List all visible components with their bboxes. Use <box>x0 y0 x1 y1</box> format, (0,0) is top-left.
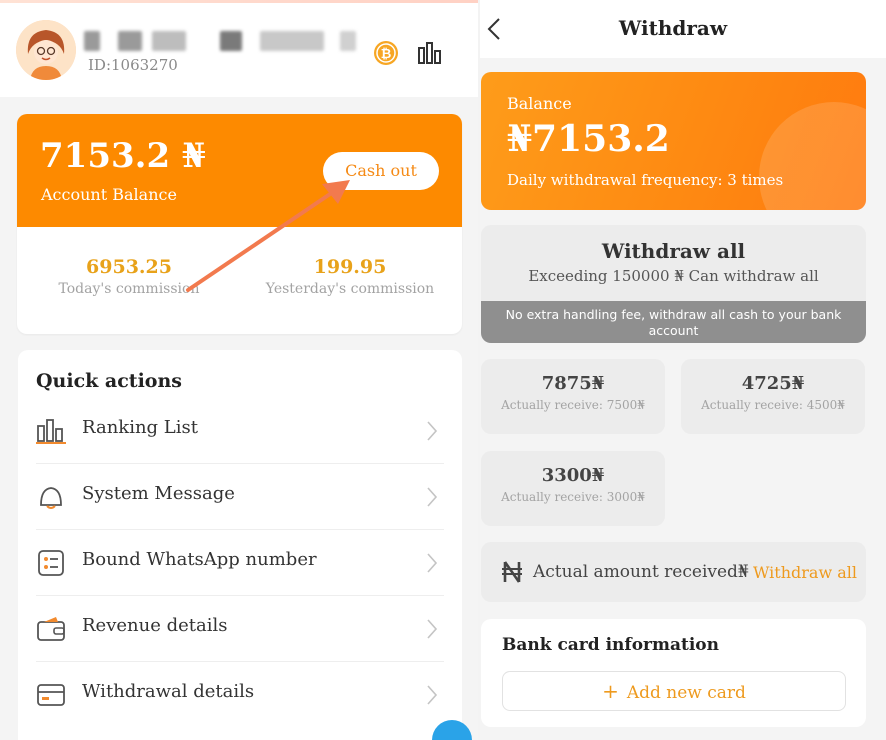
balance-header: 7153.2 ₦ Account Balance Cash out <box>17 114 462 227</box>
amount-option-4725[interactable]: 4725₦ Actually receive: 4500₦ <box>681 359 865 434</box>
chevron-right-icon <box>426 684 438 706</box>
withdraw-balance-card: Balance ₦7153.2 Daily withdrawal frequen… <box>481 72 866 210</box>
account-panel: ID:1063270 ₿ 7153.2 ₦ Account Balance Ca… <box>0 0 478 740</box>
balance-label: Balance <box>507 94 572 113</box>
page-title: Withdraw <box>618 16 728 40</box>
option-receive: Actually receive: 3000₦ <box>501 490 645 504</box>
actual-amount-row: Actual amount received₦ Withdraw all <box>481 542 866 602</box>
option-amount: 7875₦ <box>541 373 605 394</box>
yesterday-commission-value: 199.95 <box>313 256 387 278</box>
option-amount: 4725₦ <box>741 373 805 394</box>
balance-amount: ₦7153.2 <box>507 118 670 160</box>
quick-action-revenue-details[interactable]: Revenue details <box>36 596 444 662</box>
quick-action-withdrawal-details[interactable]: Withdrawal details <box>36 662 444 728</box>
amount-option-3300[interactable]: 3300₦ Actually receive: 3000₦ <box>481 451 665 526</box>
amount-option-7875[interactable]: 7875₦ Actually receive: 7500₦ <box>481 359 665 434</box>
actual-amount-label: Actual amount received₦ <box>533 562 749 582</box>
wallet-icon <box>36 615 66 643</box>
withdraw-panel: Withdraw Balance ₦7153.2 Daily withdrawa… <box>480 0 886 740</box>
chevron-right-icon <box>426 420 438 442</box>
quick-actions-card: Quick actions Ranking List System Messag… <box>18 350 462 740</box>
plus-icon: + <box>602 679 619 703</box>
decorative-circle <box>759 102 866 210</box>
bank-card-title: Bank card information <box>502 635 720 655</box>
quick-action-label: Withdrawal details <box>82 681 255 702</box>
yesterday-commission-label: Yesterday's commission <box>265 281 435 297</box>
chevron-right-icon <box>426 618 438 640</box>
yesterday-commission: 199.95 Yesterday's commission <box>250 256 450 297</box>
quick-action-label: System Message <box>82 483 235 504</box>
quick-action-label: Bound WhatsApp number <box>82 549 317 570</box>
bar-chart-icon[interactable] <box>416 39 444 67</box>
profile-header: ID:1063270 ₿ <box>0 3 478 97</box>
username-redacted <box>84 31 364 53</box>
bar-chart-icon <box>36 417 66 445</box>
quick-action-ranking-list[interactable]: Ranking List <box>36 398 444 464</box>
option-receive: Actually receive: 4500₦ <box>701 398 845 412</box>
today-commission: 6953.25 Today's commission <box>29 256 229 297</box>
withdraw-all-card[interactable]: Withdraw all Exceeding 150000 ₦ Can with… <box>481 225 866 343</box>
withdraw-all-title: Withdraw all <box>601 239 746 263</box>
quick-actions-title: Quick actions <box>36 370 182 392</box>
chevron-right-icon <box>426 552 438 574</box>
withdraw-frequency: Daily withdrawal frequency: 3 times <box>507 171 784 189</box>
card-icon <box>36 681 66 709</box>
quick-action-label: Ranking List <box>82 417 198 438</box>
option-receive: Actually receive: 7500₦ <box>501 398 645 412</box>
withdraw-all-subtitle: Exceeding 150000 ₦ Can withdraw all <box>528 267 819 285</box>
add-new-card-label: Add new card <box>626 683 746 703</box>
withdraw-all-note: No extra handling fee, withdraw all cash… <box>481 301 866 343</box>
account-balance-label: Account Balance <box>41 185 177 204</box>
user-id: ID:1063270 <box>88 56 178 74</box>
avatar[interactable] <box>16 20 76 80</box>
quick-action-system-message[interactable]: System Message <box>36 464 444 530</box>
add-new-card-button[interactable]: + Add new card <box>502 671 846 711</box>
withdraw-all-link[interactable]: Withdraw all <box>753 563 857 582</box>
account-balance-amount: 7153.2 ₦ <box>40 136 206 176</box>
today-commission-label: Today's commission <box>58 281 200 297</box>
option-amount: 3300₦ <box>541 465 605 486</box>
list-check-icon <box>36 549 66 577</box>
chevron-right-icon <box>426 486 438 508</box>
bank-card-section: Bank card information + Add new card <box>481 619 866 727</box>
cash-out-button[interactable]: Cash out <box>323 152 439 190</box>
nav-bar: Withdraw <box>480 0 886 58</box>
svg-text:₿: ₿ <box>381 47 392 62</box>
app-root: ID:1063270 ₿ 7153.2 ₦ Account Balance Ca… <box>0 0 886 740</box>
naira-icon <box>501 560 523 584</box>
coin-icon[interactable]: ₿ <box>372 39 400 67</box>
quick-action-label: Revenue details <box>82 615 228 636</box>
quick-action-bound-whatsapp[interactable]: Bound WhatsApp number <box>36 530 444 596</box>
today-commission-value: 6953.25 <box>86 256 172 278</box>
balance-card: 7153.2 ₦ Account Balance Cash out 6953.2… <box>17 114 462 334</box>
bell-icon <box>36 483 66 511</box>
